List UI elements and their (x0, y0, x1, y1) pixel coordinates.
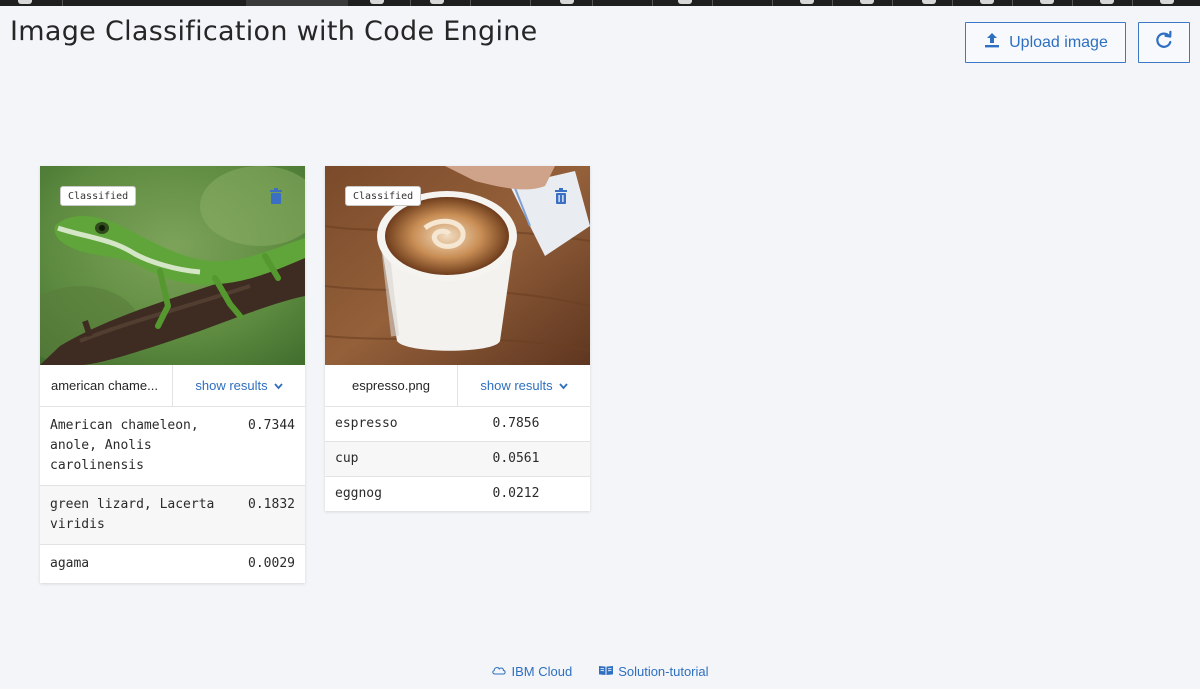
image-card: Classified american chame... show result… (40, 166, 305, 583)
trash-icon[interactable] (269, 188, 283, 204)
result-row: agama 0.0029 (40, 545, 305, 583)
upload-image-button[interactable]: Upload image (965, 22, 1126, 63)
classified-badge: Classified (345, 186, 422, 206)
result-row: American chameleon, anole, Anolis caroli… (40, 407, 305, 486)
image-thumbnail[interactable]: Classified (40, 166, 305, 365)
result-row: espresso 0.7856 (325, 407, 590, 442)
card-meta-bar: american chame... show results (40, 365, 305, 407)
result-score: 0.7856 (492, 416, 540, 431)
upload-icon (983, 31, 1001, 54)
card-meta-bar: espresso.png show results (325, 365, 590, 407)
result-row: green lizard, Lacerta viridis 0.1832 (40, 486, 305, 545)
results-list: espresso 0.7856 cup 0.0561 eggnog 0.0212 (325, 407, 590, 511)
show-results-toggle[interactable]: show results (458, 365, 590, 406)
result-score: 0.1832 (248, 497, 295, 512)
result-label: agama (50, 556, 90, 571)
result-score: 0.0212 (492, 486, 540, 501)
result-label: cup (335, 451, 359, 466)
refresh-button[interactable] (1138, 22, 1190, 63)
image-thumbnail[interactable]: Classified (325, 166, 590, 365)
trash-icon[interactable] (554, 188, 568, 204)
footer: IBM Cloud Solution-tutorial (0, 664, 1200, 679)
show-results-label: show results (195, 378, 268, 393)
result-score: 0.0029 (248, 556, 295, 571)
chevron-down-icon (558, 378, 568, 393)
refresh-icon (1154, 30, 1174, 55)
result-row: eggnog 0.0212 (325, 477, 590, 511)
result-label: eggnog (335, 486, 382, 501)
result-label: green lizard, Lacerta viridis (50, 497, 215, 532)
ibm-cloud-link[interactable]: IBM Cloud (491, 664, 572, 679)
cloud-icon (491, 664, 507, 679)
show-results-label: show results (480, 378, 553, 393)
solution-tutorial-label: Solution-tutorial (618, 664, 709, 679)
result-label: espresso (335, 416, 398, 431)
show-results-toggle[interactable]: show results (173, 365, 305, 406)
result-score: 0.7344 (248, 418, 295, 433)
result-label: American chameleon, anole, Anolis caroli… (50, 418, 199, 473)
chevron-down-icon (273, 378, 283, 393)
upload-image-label: Upload image (1009, 33, 1108, 51)
solution-tutorial-link[interactable]: Solution-tutorial (598, 664, 709, 679)
book-icon (598, 664, 614, 679)
page-title: Image Classification with Code Engine (10, 16, 538, 47)
results-list: American chameleon, anole, Anolis caroli… (40, 407, 305, 583)
result-score: 0.0561 (492, 451, 540, 466)
result-row: cup 0.0561 (325, 442, 590, 477)
ibm-cloud-label: IBM Cloud (511, 664, 573, 679)
file-name: american chame... (40, 365, 173, 406)
image-card: Classified espresso.png show results esp… (325, 166, 590, 511)
file-name: espresso.png (325, 365, 458, 406)
browser-tab-strip (0, 0, 1200, 6)
classified-badge: Classified (60, 186, 137, 206)
